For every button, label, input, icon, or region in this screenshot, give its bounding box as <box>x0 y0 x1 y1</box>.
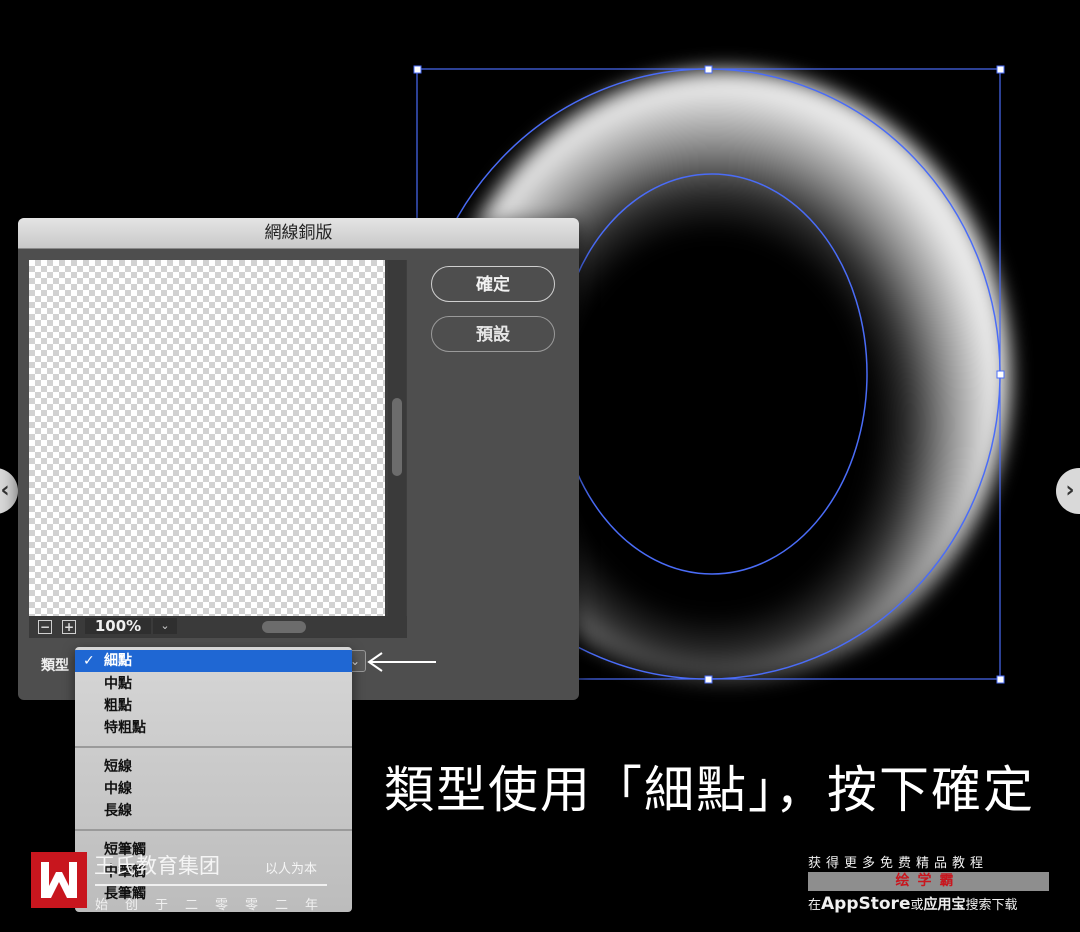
vertical-scroll-thumb[interactable] <box>392 398 402 476</box>
handle-top-right[interactable] <box>996 65 1005 74</box>
menu-item-medium-dots[interactable]: 中點 <box>75 673 352 695</box>
halftone-dialog: 網線銅版 − + 100% ⌄ 確定 預設 類型 ⌄ <box>18 218 579 700</box>
menu-item-short-lines[interactable]: 短線 <box>75 756 352 778</box>
canvas: ‹ › 網線銅版 − + 100% ⌄ 確定 預設 類型 ⌄ ✓ 細點 中點 粗… <box>0 0 1080 932</box>
dialog-title: 網線銅版 <box>18 218 579 249</box>
promo-suffix: 搜索下载 <box>965 898 1018 913</box>
menu-item-label: 短線 <box>104 759 132 775</box>
check-icon: ✓ <box>83 653 95 669</box>
menu-separator <box>75 829 352 831</box>
preview-canvas[interactable] <box>29 260 385 616</box>
menu-item-label: 粗點 <box>104 698 132 714</box>
zoom-in-button[interactable]: + <box>62 620 76 634</box>
handle-bottom-right[interactable] <box>996 675 1005 684</box>
handle-bottom-center[interactable] <box>704 675 713 684</box>
vertical-scrollbar[interactable] <box>388 260 406 616</box>
promo-or: 或 <box>910 898 924 913</box>
menu-item-label: 中點 <box>104 676 132 692</box>
menu-item-coarse-dots[interactable]: 特粗點 <box>75 717 352 739</box>
default-button[interactable]: 預設 <box>431 316 555 352</box>
promo-prefix: 在 <box>808 898 822 913</box>
menu-item-label: 特粗點 <box>104 720 146 736</box>
zoom-bar: − + 100% ⌄ <box>29 616 407 638</box>
handle-middle-right[interactable] <box>996 370 1005 379</box>
promo-brand: 绘学霸 <box>808 872 1049 891</box>
zoom-out-button[interactable]: − <box>38 620 52 634</box>
menu-item-label: 中線 <box>104 781 132 797</box>
promo-tagline: 获得更多免费精品教程 <box>808 856 989 871</box>
promo-app: 应用宝 <box>923 897 966 913</box>
chevron-down-icon[interactable]: ⌄ <box>153 618 177 634</box>
inner-path <box>556 173 868 575</box>
brand-logo <box>31 852 87 908</box>
preview-panel: − + 100% ⌄ <box>29 260 407 638</box>
ok-button[interactable]: 確定 <box>431 266 555 302</box>
menu-item-label: 細點 <box>104 653 132 669</box>
company-slogan: 以人为本 <box>265 862 318 877</box>
founded-text: 始创于二零零二年 <box>95 898 336 913</box>
promo-store: AppStore <box>821 894 911 914</box>
handle-top-left[interactable] <box>413 65 422 74</box>
zoom-level[interactable]: 100% <box>85 618 151 634</box>
menu-item-label: 長線 <box>104 803 132 819</box>
company-name: 王氏教育集团 <box>94 854 220 878</box>
horizontal-scroll-thumb[interactable] <box>262 621 306 633</box>
arrow-left-icon <box>367 652 436 672</box>
menu-item-grainy-dots[interactable]: 粗點 <box>75 695 352 717</box>
logo-divider <box>95 884 327 886</box>
menu-item-long-lines[interactable]: 長線 <box>75 800 352 822</box>
menu-separator <box>75 746 352 748</box>
handle-top-center[interactable] <box>704 65 713 74</box>
menu-item-fine-dots[interactable]: ✓ 細點 <box>75 650 352 672</box>
promo-download-text: 在AppStore或应用宝搜索下载 <box>808 894 1018 914</box>
type-label: 類型 <box>41 658 69 674</box>
instruction-caption: 類型使用「細點」，按下確定 <box>384 761 1035 819</box>
menu-item-medium-lines[interactable]: 中線 <box>75 778 352 800</box>
